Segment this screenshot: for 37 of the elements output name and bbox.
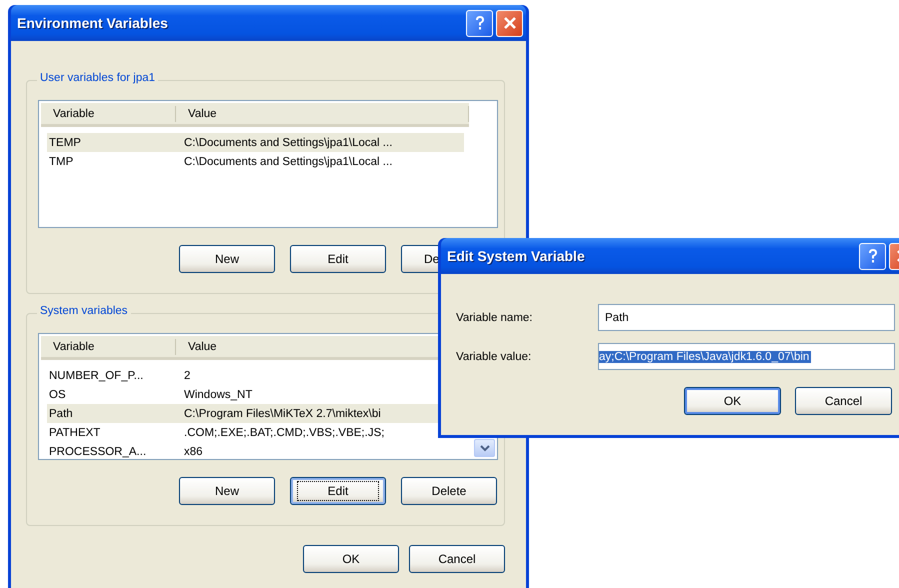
dialog-button[interactable]: Delete — [401, 477, 497, 505]
variable-name: NUMBER_OF_P... — [48, 370, 144, 382]
column-header[interactable]: Value — [176, 338, 217, 354]
variable-value: C:\Program Files\MiKTeX 2.7\miktex\bi — [184, 408, 382, 420]
dialog-button[interactable]: OK — [303, 545, 399, 573]
group-label: User variables for jpa1 — [37, 72, 158, 84]
column-header[interactable]: Variable — [41, 338, 176, 354]
variable-value: x86 — [184, 446, 204, 458]
variable-name: PROCESSOR_A... — [48, 446, 148, 458]
list-row[interactable]: TEMP C:\Documents and Settings\jpa1\Local ... — [47, 133, 464, 152]
column-header[interactable]: Variable — [41, 106, 176, 122]
dialog-button[interactable]: Edit — [290, 245, 386, 273]
group-label: System variables — [37, 305, 131, 317]
variable-name: TMP — [48, 156, 74, 168]
variable-value: C:\Documents and Settings\jpa1\Local ... — [184, 156, 394, 168]
dialog-button[interactable]: Cancel — [795, 387, 892, 415]
variable-value: C:\Documents and Settings\jpa1\Local ... — [184, 136, 394, 148]
dialog-button[interactable]: Edit — [290, 477, 386, 505]
variable-name: Path — [48, 408, 74, 420]
field-label: Variable value: — [456, 350, 532, 362]
input-field[interactable]: ay;C:\Program Files\Java\jdk1.6.0_07\bin — [598, 343, 895, 370]
field-label: Variable name: — [456, 312, 534, 324]
variable-value: 2 — [184, 370, 192, 382]
input-field[interactable]: Path — [598, 304, 895, 331]
list-row[interactable]: TMP C:\Documents and Settings\jpa1\Local ... — [47, 152, 464, 171]
dialog-button[interactable]: New — [179, 245, 275, 273]
dialog-button[interactable]: New — [179, 477, 275, 505]
variable-name: TEMP — [48, 136, 82, 148]
window-title: Environment Variables — [17, 15, 168, 31]
variable-value: Windows_NT — [184, 388, 254, 400]
dialog-button[interactable]: OK — [684, 387, 781, 415]
dialog-button[interactable]: Cancel — [409, 545, 505, 573]
variable-value: .COM;.EXE;.BAT;.CMD;.VBS;.VBE;.JS; — [184, 426, 386, 438]
list-row[interactable]: PROCESSOR_A... x86 — [47, 442, 464, 461]
variable-name: OS — [48, 388, 67, 400]
column-header[interactable]: Value — [176, 106, 217, 122]
variable-name: PATHEXT — [48, 426, 102, 438]
